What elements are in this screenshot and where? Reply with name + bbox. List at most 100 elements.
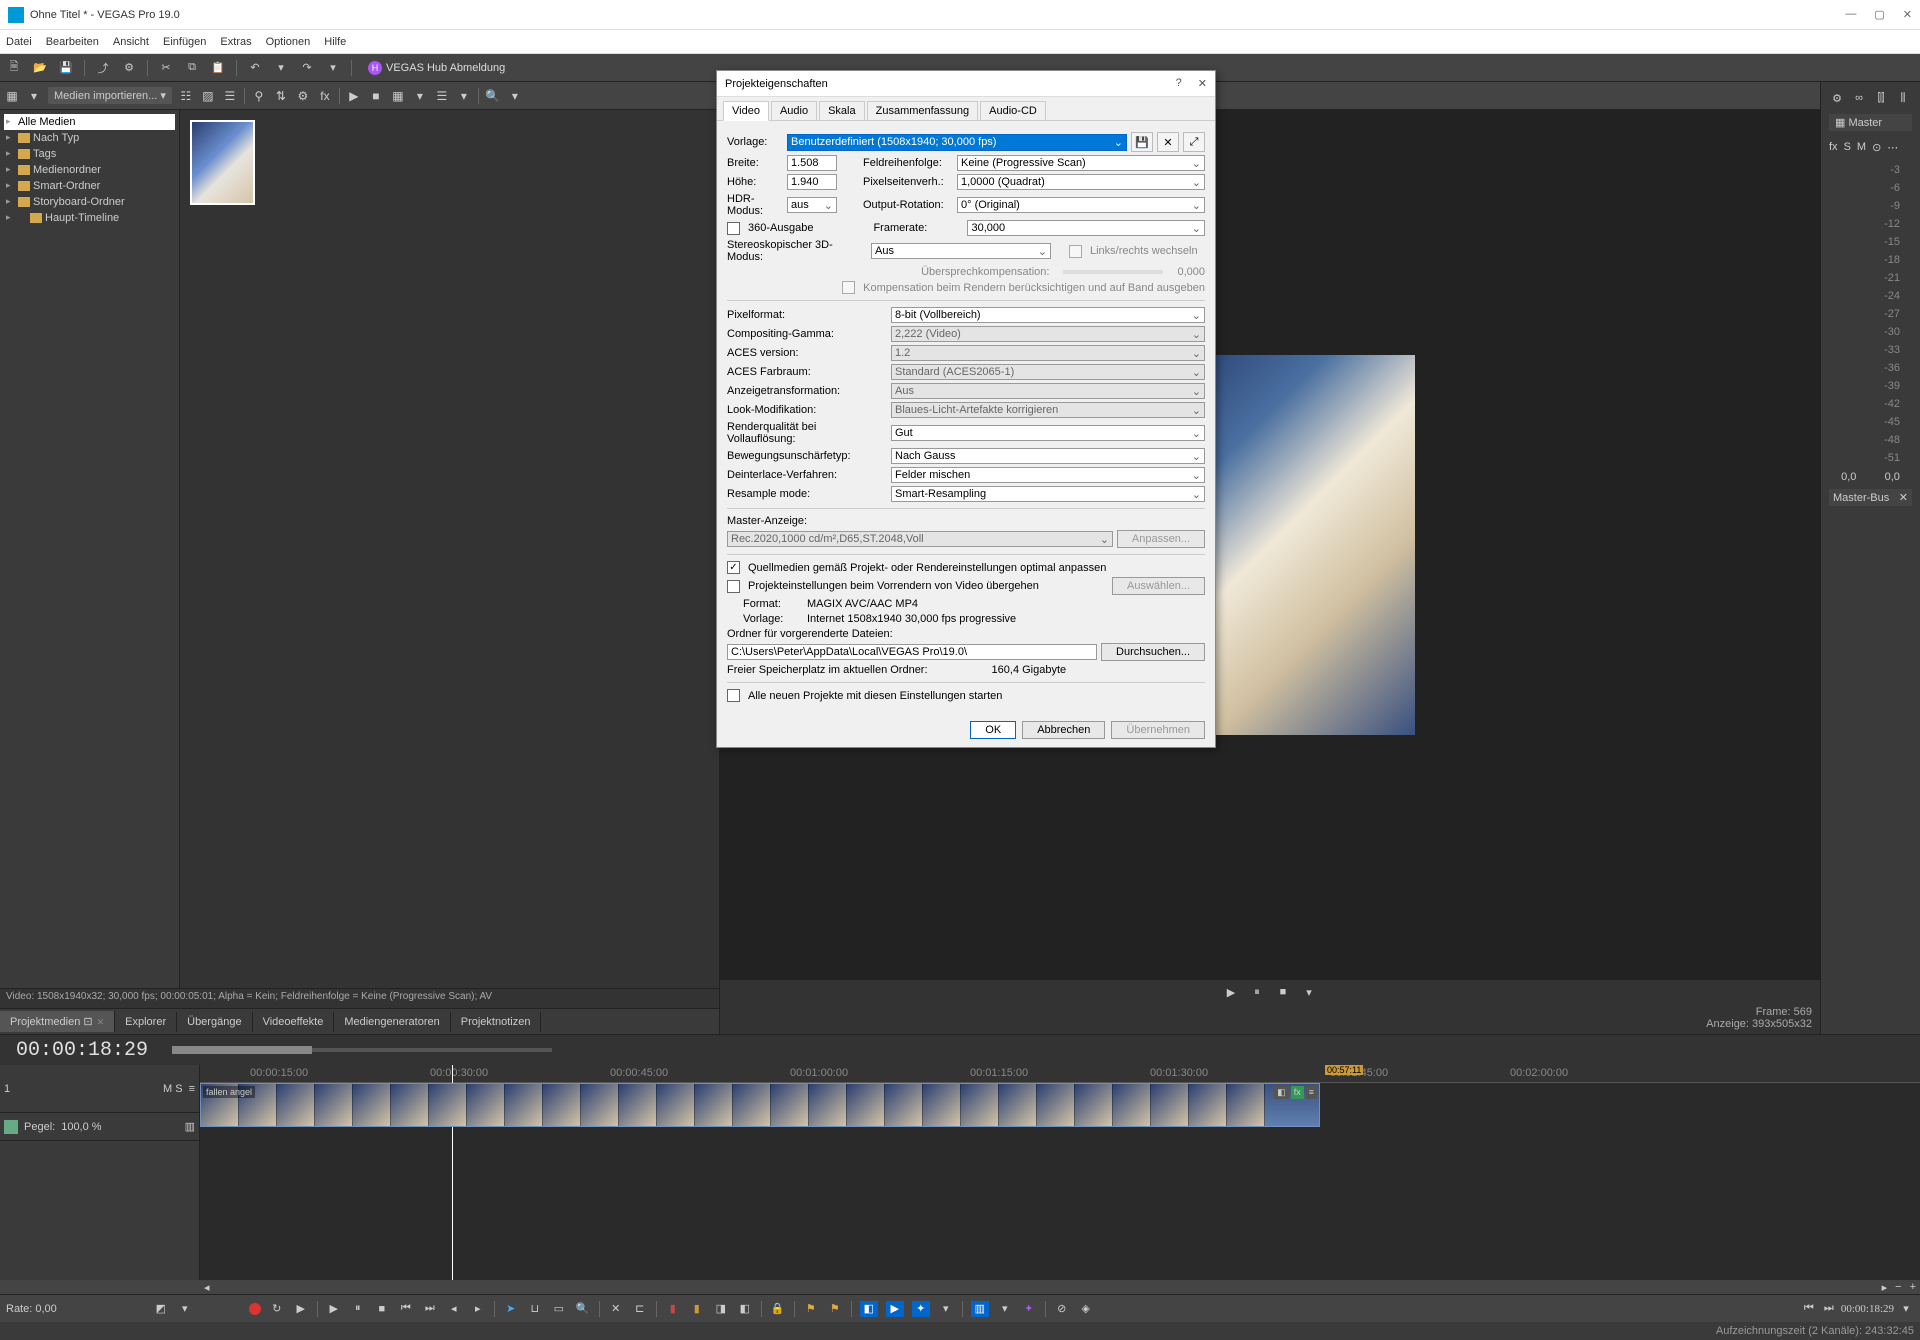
tree-icon[interactable]: ☷ <box>178 88 194 104</box>
tab-mediagen[interactable]: Mediengeneratoren <box>334 1012 450 1032</box>
dialog-titlebar[interactable]: Projekteigenschaften ? ✕ <box>717 71 1215 97</box>
prev-event-icon[interactable]: ⏮ <box>1801 1301 1817 1317</box>
tool-5-icon[interactable]: ▥ <box>971 1301 989 1317</box>
stop-icon[interactable]: ■ <box>368 88 384 104</box>
close-icon[interactable]: ✕ <box>1903 8 1912 21</box>
mute-button[interactable]: M <box>1857 141 1866 153</box>
link-icon[interactable]: ⊘ <box>1054 1301 1070 1317</box>
folder-input[interactable] <box>727 644 1097 660</box>
track-1-header[interactable]: 1 M S ≡ <box>0 1065 199 1113</box>
chevron-down-icon[interactable]: ▾ <box>456 88 472 104</box>
cursor-tool-icon[interactable]: ➤ <box>503 1301 519 1317</box>
redo-icon[interactable]: ↷ <box>299 60 315 76</box>
browse-button[interactable]: Durchsuchen... <box>1101 643 1205 661</box>
ok-button[interactable]: OK <box>970 721 1016 739</box>
list-icon[interactable]: ☰ <box>222 88 238 104</box>
lock-icon[interactable]: 🔒 <box>770 1301 786 1317</box>
match-media-icon[interactable]: ⤢ <box>1183 132 1205 152</box>
marker-orange-icon[interactable]: ▮ <box>689 1301 705 1317</box>
renderquality-select[interactable]: Gut <box>891 425 1205 441</box>
chevron-down-icon[interactable]: ▾ <box>325 60 341 76</box>
tree-smart-folder[interactable]: Smart-Ordner <box>4 178 175 194</box>
sliders-icon[interactable]: ⫼ <box>1895 90 1911 106</box>
filter-icon[interactable]: ⚲ <box>251 88 267 104</box>
mono-button[interactable]: ⊙ <box>1872 141 1881 154</box>
resample-select[interactable]: Smart-Resampling <box>891 486 1205 502</box>
chevron-down-icon[interactable]: ▾ <box>26 88 42 104</box>
tab-scale[interactable]: Skala <box>819 101 865 120</box>
template-select[interactable]: Benutzerdefiniert (1508x1940; 30,000 fps… <box>787 134 1127 151</box>
next-frame-icon[interactable]: ▸ <box>470 1301 486 1317</box>
help-icon[interactable]: ? <box>1176 77 1182 90</box>
tab-audiocd[interactable]: Audio-CD <box>980 101 1046 120</box>
track-color[interactable] <box>4 1120 18 1134</box>
scroll-left-icon[interactable]: ◂ <box>200 1281 214 1294</box>
tab-explorer[interactable]: Explorer <box>115 1012 177 1032</box>
hub-button[interactable]: H VEGAS Hub Abmeldung <box>368 61 505 75</box>
flag-orange-icon[interactable]: ⚑ <box>827 1301 843 1317</box>
save-icon[interactable]: 💾 <box>58 60 74 76</box>
tab-audio[interactable]: Audio <box>771 101 817 120</box>
track-area[interactable]: 00:00:15:00 00:00:30:00 00:00:45:00 00:0… <box>200 1065 1920 1280</box>
marker-menu-icon[interactable]: ▾ <box>177 1301 193 1317</box>
more-icon[interactable]: ⋯ <box>1887 141 1898 154</box>
deinterlace-select[interactable]: Felder mischen <box>891 467 1205 483</box>
import-media-button[interactable]: Medien importieren... ▾ <box>48 87 172 104</box>
prerender-checkbox[interactable] <box>727 580 740 593</box>
master-bus-label[interactable]: Master-Bus ✕ <box>1829 489 1912 506</box>
loop-icon[interactable]: ↻ <box>269 1301 285 1317</box>
options-icon[interactable]: ☰ <box>434 88 450 104</box>
region-marker[interactable]: 00:57:11 <box>1325 1065 1363 1075</box>
link-icon[interactable]: ∞ <box>1851 90 1867 106</box>
solo-button[interactable]: S <box>1844 141 1851 153</box>
zoom-slider[interactable] <box>172 1048 552 1052</box>
delete-template-icon[interactable]: ✕ <box>1157 132 1179 152</box>
tree-all-media[interactable]: Alle Medien <box>4 114 175 130</box>
chevron-down-icon[interactable]: ▾ <box>412 88 428 104</box>
marker-icon[interactable]: ◩ <box>153 1301 169 1317</box>
allnew-checkbox[interactable] <box>727 689 740 702</box>
gear-icon[interactable]: ⚙ <box>295 88 311 104</box>
camera-icon[interactable]: ◈ <box>1078 1301 1094 1317</box>
menu-options[interactable]: Optionen <box>266 36 311 48</box>
output360-checkbox[interactable] <box>727 222 740 235</box>
zoom-out-icon[interactable]: − <box>1891 1281 1905 1293</box>
timeline-scrollbar[interactable]: ◂ ▸ − + <box>0 1280 1920 1294</box>
tab-video[interactable]: Video <box>723 101 769 121</box>
menu-extras[interactable]: Extras <box>220 36 251 48</box>
pin-icon[interactable]: ⊡ <box>83 1016 92 1028</box>
master-label[interactable]: ▦ Master <box>1829 114 1912 131</box>
mixer-icon[interactable]: ⫿⫿ <box>1873 90 1889 106</box>
close-icon[interactable]: ✕ <box>1899 491 1908 504</box>
close-icon[interactable]: ✕ <box>1198 77 1207 90</box>
stereo-select[interactable]: Aus <box>871 243 1051 259</box>
tool-1-icon[interactable]: ◧ <box>860 1301 878 1317</box>
pixfmt-select[interactable]: 8-bit (Vollbereich) <box>891 307 1205 323</box>
zoom-icon[interactable]: 🔍 <box>575 1301 591 1317</box>
tab-notes[interactable]: Projektnotizen <box>451 1012 542 1032</box>
menu-file[interactable]: Datei <box>6 36 32 48</box>
tree-tags[interactable]: Tags <box>4 146 175 162</box>
fx-icon[interactable]: fx <box>317 88 333 104</box>
play-icon[interactable]: ▶ <box>1223 984 1239 1000</box>
selection-icon[interactable]: ▭ <box>551 1301 567 1317</box>
tool-3-icon[interactable]: ✦ <box>912 1301 930 1317</box>
rotation-select[interactable]: 0° (Original) <box>957 197 1205 213</box>
track-menu-icon[interactable]: ≡ <box>189 1083 195 1095</box>
stop-icon[interactable]: ■ <box>1275 984 1291 1000</box>
adapt-src-checkbox[interactable]: ✓ <box>727 561 740 574</box>
framerate-select[interactable]: 30,000 <box>967 220 1205 236</box>
timeline-ruler[interactable]: 00:00:15:00 00:00:30:00 00:00:45:00 00:0… <box>200 1065 1920 1083</box>
flag-yellow-icon[interactable]: ⚑ <box>803 1301 819 1317</box>
width-input[interactable] <box>787 155 837 171</box>
next-event-icon[interactable]: ⏭ <box>1821 1301 1837 1317</box>
bottom-timecode[interactable]: 00:00:18:29 <box>1841 1303 1894 1315</box>
field-select[interactable]: Keine (Progressive Scan) <box>957 155 1205 171</box>
tree-storyboard[interactable]: Storyboard-Ordner <box>4 194 175 210</box>
view-icon[interactable]: ▦ <box>390 88 406 104</box>
minimize-icon[interactable]: — <box>1845 8 1856 21</box>
clip-buttons[interactable]: ◧fx≡ <box>1274 1086 1317 1099</box>
stop-icon[interactable]: ■ <box>374 1301 390 1317</box>
trim-icon[interactable]: ⊏ <box>632 1301 648 1317</box>
go-end-icon[interactable]: ⏭ <box>422 1301 438 1317</box>
